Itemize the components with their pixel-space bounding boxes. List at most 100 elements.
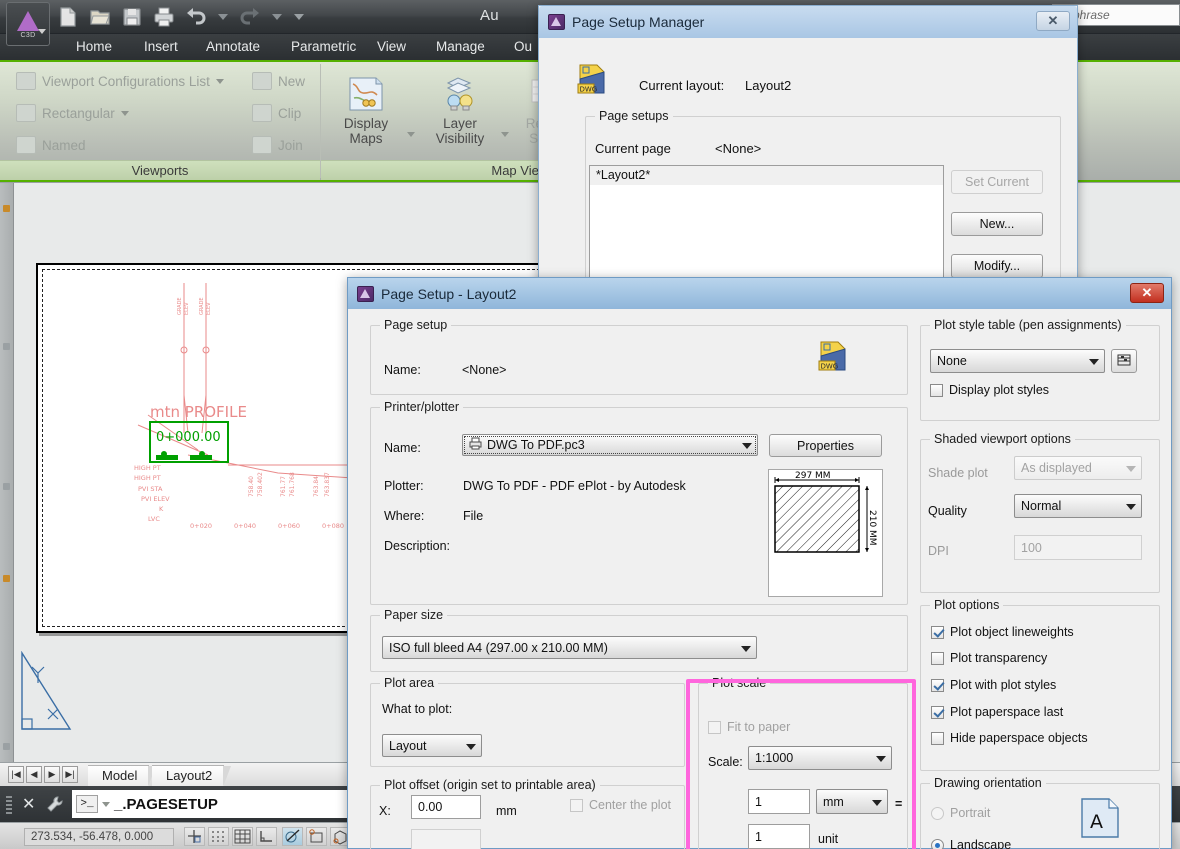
- current-layout-value: Layout2: [745, 78, 792, 93]
- close-icon[interactable]: ✕: [22, 794, 35, 814]
- shade-plot-combo[interactable]: As displayed: [1014, 456, 1142, 480]
- close-button[interactable]: ✕: [1130, 283, 1164, 303]
- nav-prev-layout-button[interactable]: ◀: [26, 766, 42, 783]
- named-viewport-control[interactable]: Named: [16, 136, 86, 154]
- command-line-grip[interactable]: [6, 794, 12, 814]
- coordinates-display[interactable]: 273.534, -56.478, 0.000: [24, 828, 174, 846]
- tab-view[interactable]: View: [369, 37, 414, 58]
- viewport-join-button[interactable]: Join: [252, 136, 303, 154]
- application-menu-button[interactable]: C3D: [6, 2, 50, 46]
- profile-title-text: mtn PROFILE: [150, 403, 247, 421]
- layout-tab-layout2[interactable]: Layout2: [152, 765, 232, 787]
- display-maps-label-1: Display: [343, 116, 389, 131]
- plot-object-lineweights-checkbox[interactable]: Plot object lineweights: [931, 625, 1074, 639]
- chevron-down-icon[interactable]: [407, 132, 415, 137]
- page-setup-legend: Page setup: [380, 318, 452, 332]
- save-icon[interactable]: [120, 5, 144, 29]
- quality-combo[interactable]: Normal: [1014, 494, 1142, 518]
- display-maps-button[interactable]: Display Maps: [327, 70, 405, 146]
- command-input[interactable]: >_ _.PAGESETUP: [72, 790, 362, 818]
- svg-text:PVI ELEV: PVI ELEV: [141, 495, 170, 503]
- plot-with-plot-styles-checkbox[interactable]: Plot with plot styles: [931, 678, 1056, 692]
- grid-mode-icon[interactable]: [232, 827, 253, 846]
- scale-unit-combo[interactable]: mm: [816, 789, 888, 814]
- page-setups-listbox[interactable]: *Layout2*: [589, 165, 944, 290]
- svg-text:ELEV: ELEV: [184, 302, 190, 315]
- customize-qat-icon[interactable]: [294, 14, 304, 20]
- landscape-radio[interactable]: Landscape: [931, 838, 1011, 849]
- current-page-label: Current page: [595, 141, 671, 156]
- command-prompt-icon: >_: [76, 795, 98, 813]
- undo-icon[interactable]: [184, 5, 208, 29]
- chevron-down-icon: [215, 78, 224, 84]
- printer-name-combo[interactable]: DWG To PDF.pc3: [462, 434, 758, 456]
- tab-parametric[interactable]: Parametric: [283, 37, 364, 58]
- plot-transparency-checkbox[interactable]: Plot transparency: [931, 651, 1047, 665]
- nav-last-layout-button[interactable]: ▶|: [62, 766, 78, 783]
- plot-paperspace-last-checkbox[interactable]: Plot paperspace last: [931, 705, 1063, 719]
- center-the-plot-checkbox[interactable]: Center the plot: [570, 798, 671, 812]
- chevron-down-icon[interactable]: [102, 801, 110, 807]
- rectangular-viewport-control[interactable]: Rectangular: [16, 104, 129, 122]
- tab-insert[interactable]: Insert: [136, 37, 186, 58]
- tab-annotate[interactable]: Annotate: [198, 37, 268, 58]
- tab-output[interactable]: Ou: [506, 37, 540, 58]
- rectangular-viewport-icon: [16, 104, 36, 122]
- close-button[interactable]: ✕: [1036, 11, 1070, 31]
- paper-size-combo[interactable]: ISO full bleed A4 (297.00 x 210.00 MM): [382, 636, 757, 659]
- undo-dropdown-icon[interactable]: [218, 14, 228, 20]
- snap-mode-icon[interactable]: [184, 827, 205, 846]
- equals-sign: =: [895, 797, 903, 811]
- properties-button[interactable]: Properties: [769, 434, 882, 457]
- layout-tab-model[interactable]: Model: [88, 765, 157, 787]
- chevron-down-icon: [466, 743, 476, 750]
- printer-name-value: DWG To PDF.pc3: [487, 438, 585, 452]
- viewport-configurations-list-control[interactable]: Viewport Configurations List: [16, 72, 224, 90]
- grid-display-icon[interactable]: [208, 827, 229, 846]
- scale-combo[interactable]: 1:1000: [748, 746, 892, 770]
- viewport-new-button[interactable]: New: [252, 72, 305, 90]
- display-plot-styles-checkbox[interactable]: Display plot styles: [930, 383, 1049, 397]
- preview-height-label: 210 MM: [867, 510, 877, 546]
- scale-label: Scale:: [708, 755, 743, 769]
- wrench-icon[interactable]: [46, 795, 64, 813]
- list-item[interactable]: *Layout2*: [590, 166, 943, 185]
- polar-tracking-icon[interactable]: [282, 827, 303, 846]
- portrait-radio[interactable]: Portrait: [931, 806, 990, 820]
- what-to-plot-combo[interactable]: Layout: [382, 734, 482, 757]
- tab-manage[interactable]: Manage: [428, 37, 493, 58]
- page-setup-manager-titlebar[interactable]: Page Setup Manager ✕: [539, 6, 1077, 38]
- set-current-button[interactable]: Set Current: [951, 170, 1043, 194]
- object-snap-icon[interactable]: [306, 827, 327, 846]
- layer-visibility-button[interactable]: Layer Visibility: [421, 70, 499, 146]
- modify-button[interactable]: Modify...: [951, 254, 1043, 278]
- tab-home[interactable]: Home: [68, 37, 120, 58]
- viewport-clip-button[interactable]: Clip: [252, 104, 301, 122]
- fit-to-paper-checkbox[interactable]: Fit to paper: [708, 720, 790, 734]
- plot-style-table-combo[interactable]: None: [930, 349, 1105, 373]
- new-button[interactable]: New...: [951, 212, 1043, 236]
- dpi-input[interactable]: 100: [1014, 535, 1142, 560]
- hide-paperspace-objects-checkbox[interactable]: Hide paperspace objects: [931, 731, 1088, 745]
- redo-dropdown-icon[interactable]: [272, 14, 282, 20]
- nav-first-layout-button[interactable]: |◀: [8, 766, 24, 783]
- plot-style-edit-button[interactable]: [1111, 349, 1137, 373]
- scale-denominator-input[interactable]: 1: [748, 824, 810, 849]
- new-file-icon[interactable]: [56, 5, 80, 29]
- ortho-mode-icon[interactable]: [256, 827, 277, 846]
- dwg-file-icon: DWG: [577, 64, 607, 94]
- open-file-icon[interactable]: [88, 5, 112, 29]
- svg-text:763.84: 763.84: [313, 476, 320, 497]
- plot-offset-y-input[interactable]: [411, 829, 481, 849]
- plot-icon[interactable]: [152, 5, 176, 29]
- nav-next-layout-button[interactable]: ▶: [44, 766, 60, 783]
- redo-icon[interactable]: [238, 5, 262, 29]
- svg-text:0+020: 0+020: [190, 522, 212, 530]
- plot-offset-x-input[interactable]: 0.00: [411, 795, 481, 819]
- description-label: Description:: [384, 539, 450, 553]
- page-setup-titlebar[interactable]: Page Setup - Layout2 ✕: [348, 278, 1171, 309]
- svg-text:GRADE: GRADE: [177, 297, 183, 315]
- chevron-down-icon: [38, 29, 46, 34]
- autocad-logo-icon: [17, 11, 39, 31]
- scale-numerator-input[interactable]: 1: [748, 789, 810, 814]
